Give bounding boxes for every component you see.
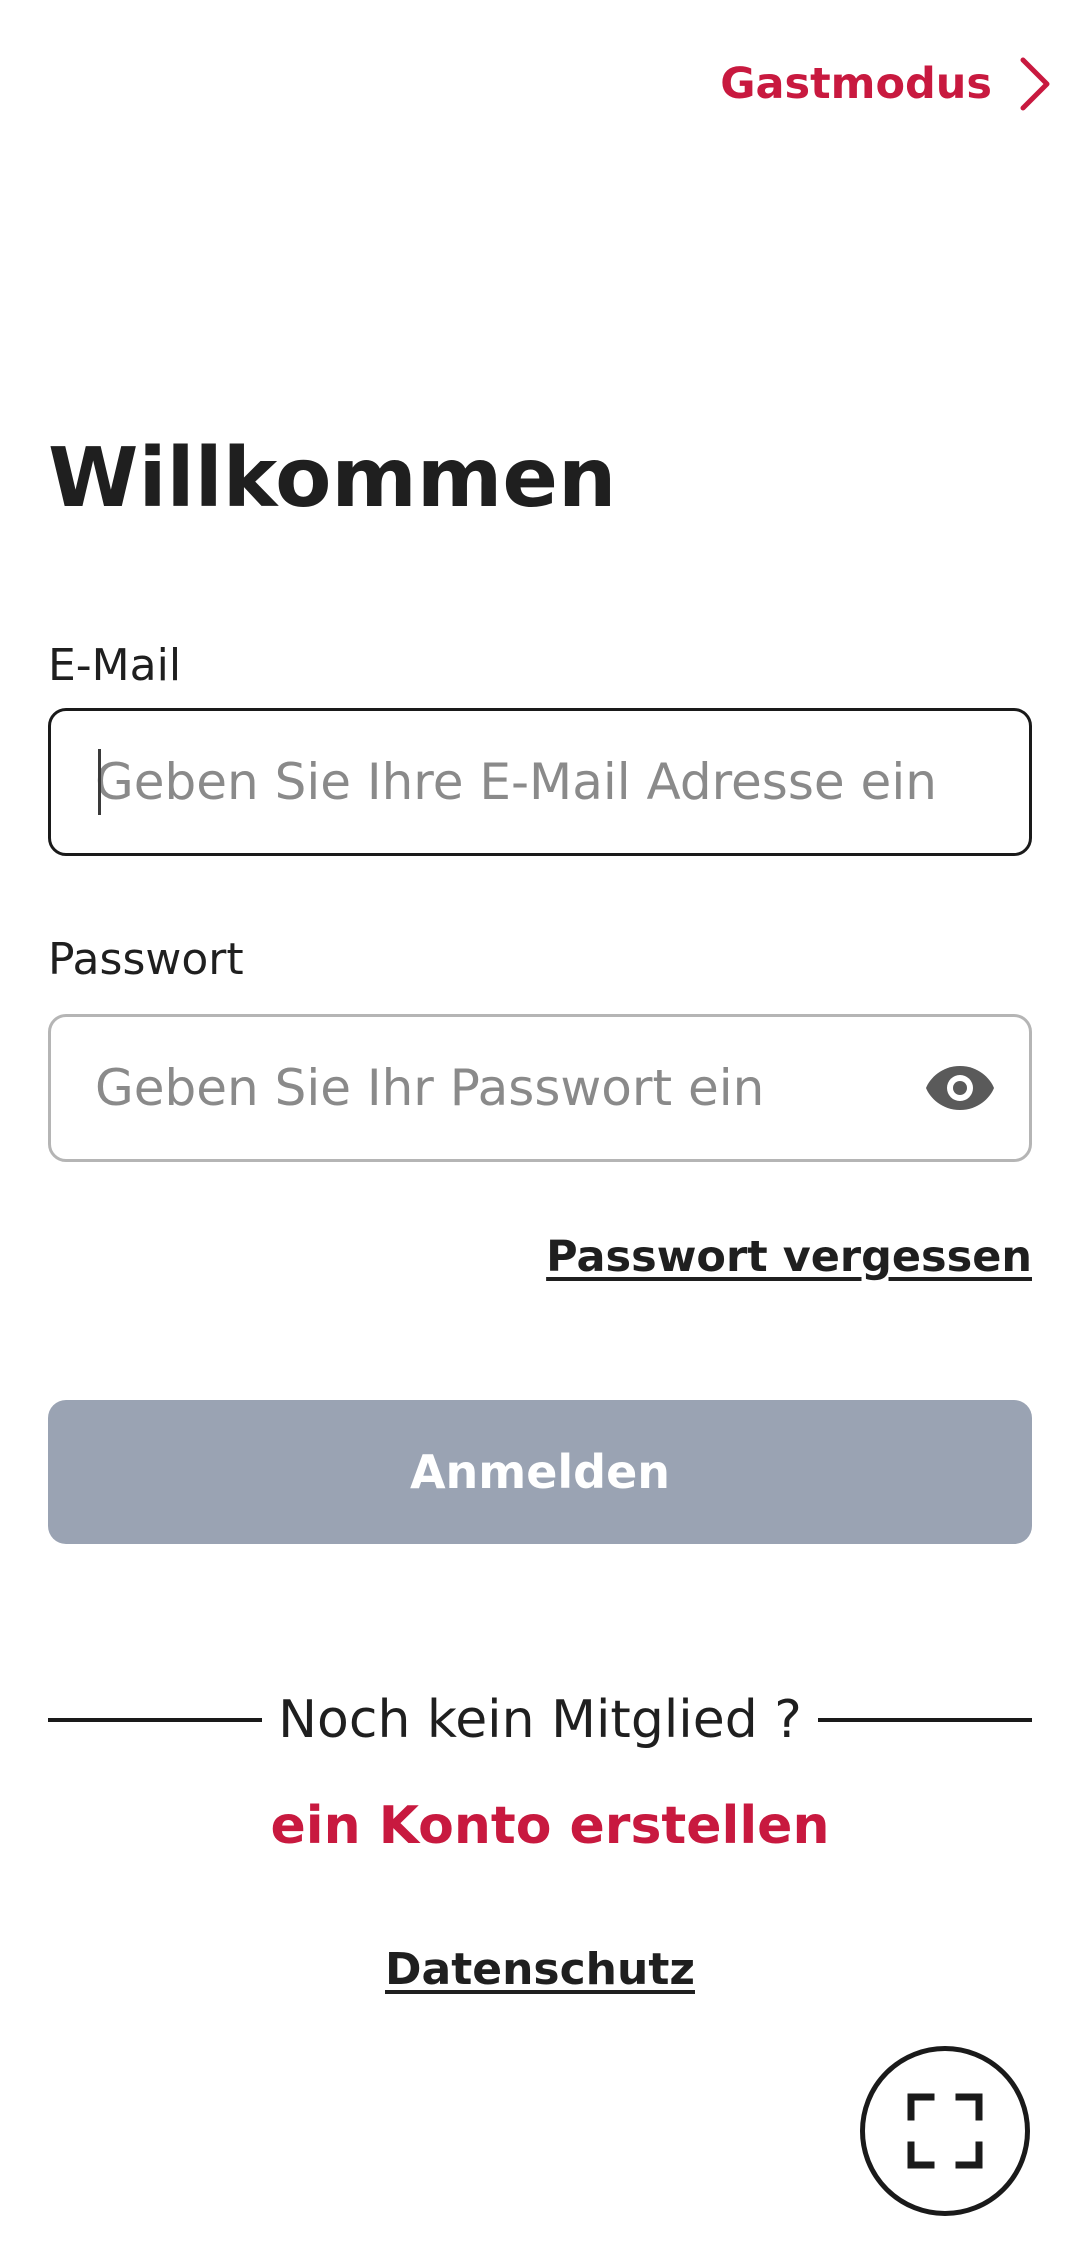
chevron-right-icon bbox=[1020, 57, 1050, 111]
login-button[interactable]: Anmelden bbox=[48, 1400, 1032, 1544]
privacy-container: Datenschutz bbox=[0, 1944, 1080, 1995]
create-account-link[interactable]: ein Konto erstellen bbox=[0, 1796, 1080, 1856]
fullscreen-icon bbox=[907, 2093, 983, 2169]
privacy-link[interactable]: Datenschutz bbox=[385, 1944, 695, 1995]
password-label: Passwort bbox=[48, 934, 244, 985]
password-field-container bbox=[48, 1014, 1032, 1162]
divider-text: Noch kein Mitglied ? bbox=[278, 1690, 802, 1750]
password-field[interactable] bbox=[51, 1017, 1029, 1159]
eye-icon[interactable] bbox=[925, 1064, 995, 1112]
fullscreen-button[interactable] bbox=[860, 2046, 1030, 2216]
guest-mode-link[interactable]: Gastmodus bbox=[720, 56, 1052, 112]
email-field[interactable] bbox=[51, 711, 1029, 853]
text-cursor bbox=[98, 749, 101, 815]
email-field-container bbox=[48, 708, 1032, 856]
page-title: Willkommen bbox=[48, 431, 617, 526]
forgot-password-link[interactable]: Passwort vergessen bbox=[546, 1232, 1032, 1282]
email-label: E-Mail bbox=[48, 640, 182, 691]
guest-mode-label: Gastmodus bbox=[720, 59, 992, 109]
divider-line-right bbox=[817, 1718, 1032, 1722]
signup-divider: Noch kein Mitglied ? bbox=[48, 1690, 1032, 1750]
divider-line-left bbox=[48, 1718, 263, 1722]
